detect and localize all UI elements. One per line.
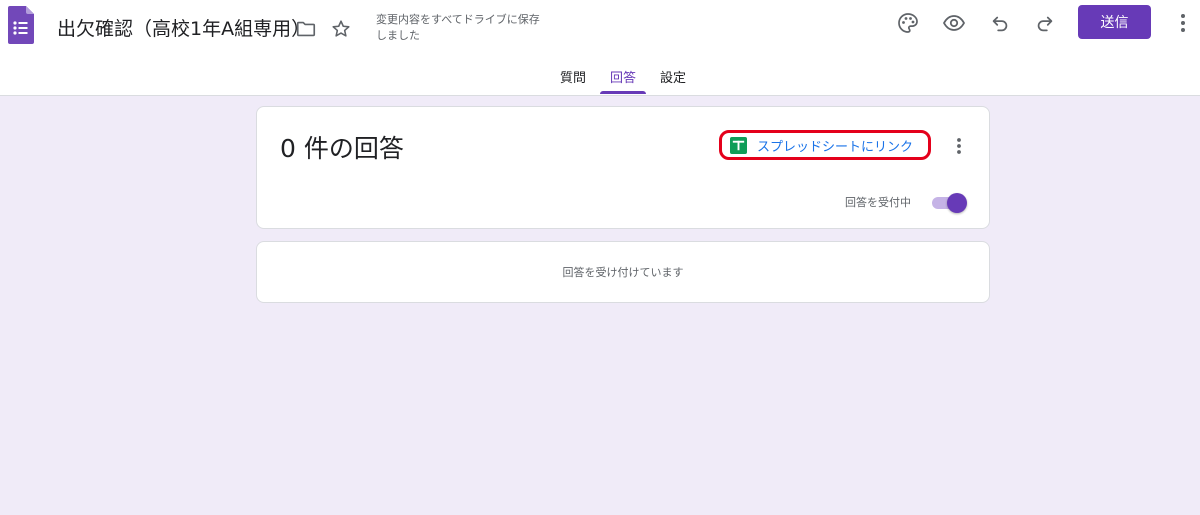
sheets-icon: [730, 136, 747, 154]
accepting-responses-toggle[interactable]: [931, 191, 969, 213]
accepting-responses-label: 回答を受付中: [845, 196, 911, 209]
tab-responses[interactable]: 回答: [610, 67, 636, 86]
undo-icon[interactable]: [986, 9, 1014, 37]
status-message: 回答を受け付けています: [562, 266, 684, 279]
sheet-link-label: スプレッドシートにリンク: [757, 139, 914, 155]
toggle-knob: [947, 193, 967, 213]
tab-questions[interactable]: 質問: [560, 67, 586, 86]
redo-icon[interactable]: [1031, 9, 1059, 37]
top-bar: 出欠確認（高校1年A組専用） 変更内容をすべてドライブに保存しました 送信 質問…: [0, 0, 1200, 96]
google-forms-icon[interactable]: [8, 6, 34, 44]
response-more-icon[interactable]: [949, 134, 969, 158]
link-to-sheets-button[interactable]: スプレッドシートにリンク: [719, 130, 931, 160]
response-count: 0 件の回答: [280, 134, 404, 163]
response-status-card: 回答を受け付けています: [256, 241, 990, 303]
active-tab-indicator: [600, 91, 646, 94]
response-summary-card: 0 件の回答 スプレッドシートにリンク 回答を受付中: [256, 106, 990, 229]
star-icon[interactable]: [329, 17, 353, 41]
palette-icon[interactable]: [894, 9, 922, 37]
document-title[interactable]: 出欠確認（高校1年A組専用）: [57, 14, 310, 41]
send-button[interactable]: 送信: [1078, 5, 1151, 39]
tab-settings[interactable]: 設定: [660, 67, 686, 86]
save-status: 変更内容をすべてドライブに保存しました: [376, 13, 540, 42]
folder-icon[interactable]: [294, 17, 318, 41]
tab-bar: 質問 回答 設定: [0, 60, 1200, 96]
more-vert-icon[interactable]: [1170, 9, 1196, 37]
eye-icon[interactable]: [940, 9, 968, 37]
